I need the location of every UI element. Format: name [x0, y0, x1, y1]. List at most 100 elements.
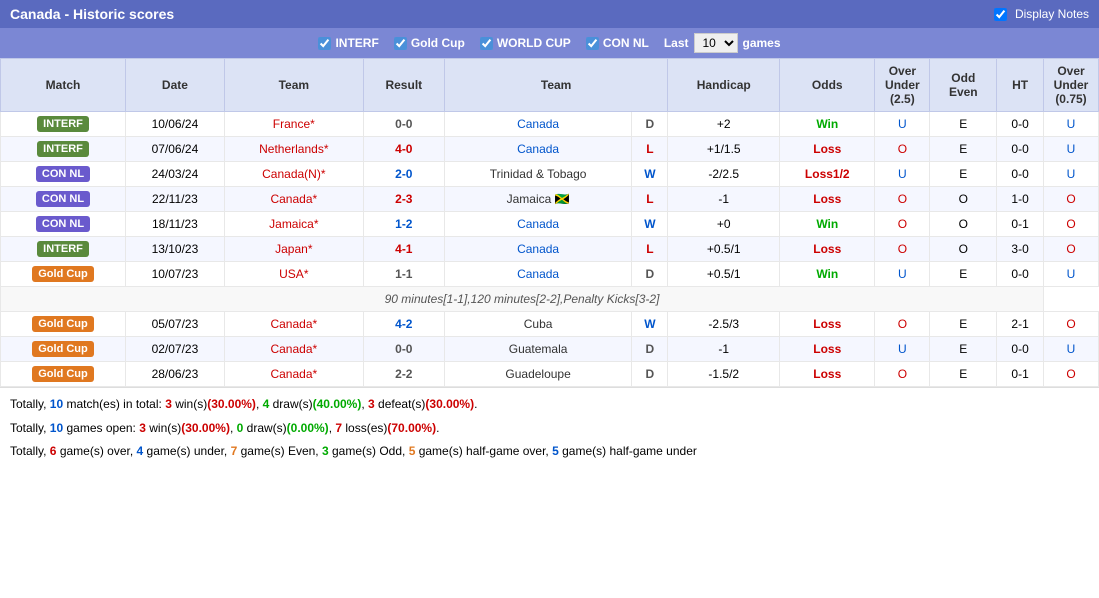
cell-odds: Loss — [780, 137, 875, 162]
cell-handicap: +1/1.5 — [668, 137, 780, 162]
scores-table: Match Date Team Result Team Handicap Odd… — [0, 58, 1099, 387]
cell-team-home: Netherlands* — [224, 137, 363, 162]
filter-con-nl-label: CON NL — [603, 36, 649, 50]
match-badge: INTERF — [37, 241, 89, 257]
cell-team-away: Canada — [444, 212, 632, 237]
cell-handicap: -1.5/2 — [668, 362, 780, 387]
table-row: CON NL 24/03/24 Canada(N)* 2-0 Trinidad … — [1, 162, 1099, 187]
cell-ou075: U — [1044, 262, 1099, 287]
cell-badge: CON NL — [1, 212, 126, 237]
display-notes-container: Display Notes — [994, 7, 1089, 21]
filter-interf: INTERF — [318, 36, 378, 50]
cell-oe: E — [930, 312, 997, 337]
cell-ou25: O — [875, 362, 930, 387]
match-badge: Gold Cup — [32, 316, 94, 332]
display-notes-label: Display Notes — [1015, 7, 1089, 21]
cell-ou075: O — [1044, 312, 1099, 337]
cell-ou25: O — [875, 312, 930, 337]
cell-ou25: U — [875, 112, 930, 137]
cell-ou075: O — [1044, 212, 1099, 237]
cell-ou075: U — [1044, 112, 1099, 137]
games-label: games — [743, 36, 781, 50]
cell-ou25: O — [875, 212, 930, 237]
cell-odds: Win — [780, 112, 875, 137]
table-header-row: Match Date Team Result Team Handicap Odd… — [1, 59, 1099, 112]
match-badge: CON NL — [36, 216, 90, 232]
display-notes-checkbox[interactable] — [994, 8, 1007, 21]
cell-handicap: -1 — [668, 337, 780, 362]
col-oe: OddEven — [930, 59, 997, 112]
cell-handicap: -2/2.5 — [668, 162, 780, 187]
cell-team-away: Trinidad & Tobago — [444, 162, 632, 187]
filter-interf-checkbox[interactable] — [318, 37, 331, 50]
cell-ht: 0-1 — [997, 362, 1044, 387]
open-draws: 0 — [237, 421, 244, 435]
cell-result: 4-1 — [363, 237, 444, 262]
last-label: Last — [664, 36, 689, 50]
cell-handicap: -1 — [668, 187, 780, 212]
cell-date: 24/03/24 — [126, 162, 225, 187]
cell-odds: Loss1/2 — [780, 162, 875, 187]
cell-ht: 0-0 — [997, 337, 1044, 362]
cell-outcome: L — [632, 137, 668, 162]
cell-odds: Loss — [780, 362, 875, 387]
cell-oe: E — [930, 262, 997, 287]
col-result: Result — [363, 59, 444, 112]
cell-date: 28/06/23 — [126, 362, 225, 387]
filter-con-nl-checkbox[interactable] — [586, 37, 599, 50]
filter-gold-cup-checkbox[interactable] — [394, 37, 407, 50]
col-team-home: Team — [224, 59, 363, 112]
cell-outcome: W — [632, 162, 668, 187]
col-handicap: Handicap — [668, 59, 780, 112]
cell-team-home: Jamaica* — [224, 212, 363, 237]
cell-date: 10/06/24 — [126, 112, 225, 137]
cell-team-home: Canada* — [224, 337, 363, 362]
total-matches: 10 — [50, 397, 63, 411]
total-draws: 4 — [263, 397, 270, 411]
cell-odds: Loss — [780, 187, 875, 212]
table-row: CON NL 22/11/23 Canada* 2-3 Jamaica 🇯🇲 L… — [1, 187, 1099, 212]
cell-team-away: Guadeloupe — [444, 362, 632, 387]
cell-oe: O — [930, 187, 997, 212]
match-badge: CON NL — [36, 166, 90, 182]
cell-ou075: U — [1044, 162, 1099, 187]
over-count: 6 — [50, 444, 57, 458]
cell-team-home: Canada* — [224, 362, 363, 387]
cell-oe: E — [930, 112, 997, 137]
open-wins: 3 — [139, 421, 146, 435]
cell-result: 4-0 — [363, 137, 444, 162]
cell-badge: CON NL — [1, 187, 126, 212]
cell-result: 0-0 — [363, 337, 444, 362]
cell-outcome: W — [632, 312, 668, 337]
cell-oe: E — [930, 337, 997, 362]
cell-oe: O — [930, 237, 997, 262]
cell-outcome: D — [632, 262, 668, 287]
filter-gold-cup: Gold Cup — [394, 36, 465, 50]
col-ht: HT — [997, 59, 1044, 112]
col-odds: Odds — [780, 59, 875, 112]
under-count: 4 — [137, 444, 144, 458]
cell-badge: Gold Cup — [1, 262, 126, 287]
table-row: 90 minutes[1-1],120 minutes[2-2],Penalty… — [1, 287, 1099, 312]
note-cell: 90 minutes[1-1],120 minutes[2-2],Penalty… — [1, 287, 1044, 312]
cell-team-home: Canada(N)* — [224, 162, 363, 187]
cell-handicap: +0 — [668, 212, 780, 237]
cell-oe: E — [930, 162, 997, 187]
cell-result: 2-2 — [363, 362, 444, 387]
filter-world-cup-checkbox[interactable] — [480, 37, 493, 50]
hgu-count: 5 — [552, 444, 559, 458]
cell-team-away: Guatemala — [444, 337, 632, 362]
cell-outcome: W — [632, 212, 668, 237]
table-row: Gold Cup 10/07/23 USA* 1-1 Canada D +0.5… — [1, 262, 1099, 287]
filter-con-nl: CON NL — [586, 36, 649, 50]
last-games-select[interactable]: 5 10 15 20 25 30 — [694, 33, 738, 53]
match-badge: CON NL — [36, 191, 90, 207]
cell-odds: Win — [780, 262, 875, 287]
match-badge: Gold Cup — [32, 341, 94, 357]
total-wins: 3 — [165, 397, 172, 411]
cell-ou075: U — [1044, 337, 1099, 362]
cell-handicap: +0.5/1 — [668, 237, 780, 262]
cell-team-away: Jamaica 🇯🇲 — [444, 187, 632, 212]
cell-outcome: D — [632, 112, 668, 137]
cell-ht: 0-0 — [997, 112, 1044, 137]
